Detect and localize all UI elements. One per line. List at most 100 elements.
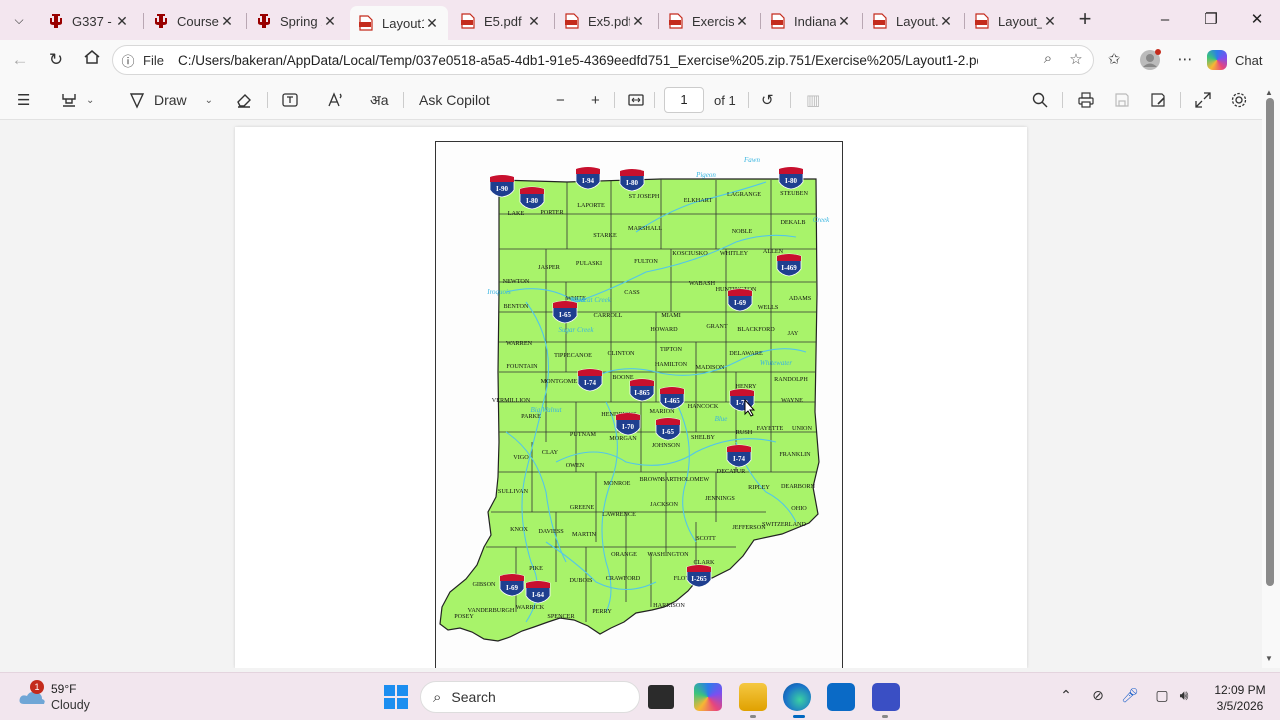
scroll-up-arrow-icon[interactable]: ▲ bbox=[1265, 88, 1273, 97]
microsoft-store-icon[interactable] bbox=[827, 683, 855, 711]
tab-actions-chevron-icon[interactable]: ⌵ bbox=[6, 8, 32, 32]
tab-close-icon[interactable]: ✕ bbox=[630, 13, 646, 30]
tab-item[interactable]: IndianaC✕ bbox=[762, 6, 860, 36]
microphone-icon[interactable]: 🎤︎ bbox=[1120, 687, 1140, 704]
address-bar[interactable]: ⓘ File C:/Users/bakeran/AppData/Local/Te… bbox=[112, 45, 1094, 75]
tab-close-icon[interactable]: ✕ bbox=[836, 13, 852, 30]
m365-copilot-icon[interactable] bbox=[694, 683, 722, 711]
interstate-number: I-69 bbox=[506, 584, 519, 592]
tab-item[interactable]: Exercise✕ bbox=[660, 6, 758, 36]
new-tab-button[interactable]: + bbox=[1072, 8, 1098, 32]
page-number-input[interactable]: 1 bbox=[664, 87, 704, 113]
copilot-chat-button[interactable]: Chat bbox=[1207, 49, 1262, 71]
minus-icon: − bbox=[556, 91, 565, 109]
scrollbar-thumb[interactable] bbox=[1266, 98, 1274, 586]
draw-button[interactable]: Draw ⌄ bbox=[128, 89, 213, 111]
favorite-star-icon[interactable]: ☆ bbox=[1065, 50, 1087, 70]
contents-list-icon[interactable]: ☰ bbox=[17, 89, 30, 111]
close-window-button[interactable]: ✕ bbox=[1242, 8, 1272, 32]
highlight-button[interactable]: ⌄ bbox=[60, 89, 94, 111]
county-label: HOWARD bbox=[650, 326, 678, 333]
weather-widget[interactable]: 1 59°F Cloudy bbox=[18, 680, 138, 716]
tab-item[interactable]: Ex5.pdf ✕ bbox=[556, 6, 654, 36]
task-view-icon[interactable] bbox=[648, 685, 674, 709]
settings-button[interactable] bbox=[1230, 89, 1248, 111]
fullscreen-button[interactable] bbox=[1194, 89, 1212, 111]
tab-active[interactable]: Layout1 ✕ bbox=[350, 6, 448, 40]
county-label: HARRISON bbox=[653, 602, 685, 609]
print-button[interactable] bbox=[1077, 89, 1095, 111]
county-label: NEWTON bbox=[503, 278, 530, 285]
county-label: SPENCER bbox=[547, 613, 575, 620]
tab-close-icon[interactable]: ✕ bbox=[526, 13, 542, 30]
pdf-viewer[interactable]: LAKE PORTER LAPORTE ST JOSEPH ELKHART LAGRANG… bbox=[0, 121, 1262, 668]
county-label: LAWRENCE bbox=[602, 511, 636, 518]
tab-close-icon[interactable]: ✕ bbox=[322, 13, 338, 30]
tab-item[interactable]: Layout_l✕ bbox=[966, 6, 1066, 36]
text-box-button[interactable] bbox=[281, 89, 299, 111]
restore-button[interactable]: ❐ bbox=[1196, 8, 1226, 32]
tab-item[interactable]: E5.pdf ✕ bbox=[452, 6, 550, 36]
save-as-button[interactable] bbox=[1149, 89, 1167, 111]
rotate-button[interactable]: ↺ bbox=[761, 89, 774, 111]
tab-label: Ex5.pdf bbox=[588, 13, 630, 29]
county-label: PARKE bbox=[521, 413, 541, 420]
save-button[interactable] bbox=[1113, 89, 1131, 111]
file-explorer-icon[interactable] bbox=[739, 683, 767, 711]
read-aloud-button[interactable] bbox=[326, 89, 344, 111]
tab-close-icon[interactable]: ✕ bbox=[219, 13, 235, 30]
info-icon[interactable]: ⓘ bbox=[113, 51, 143, 70]
tab-close-icon[interactable]: ✕ bbox=[424, 15, 440, 32]
profile-avatar[interactable] bbox=[1138, 49, 1162, 71]
tab-close-icon[interactable]: ✕ bbox=[938, 13, 954, 30]
tab-close-icon[interactable]: ✕ bbox=[114, 13, 130, 30]
taskbar-search[interactable]: ⌕ Search bbox=[420, 681, 640, 713]
chevron-down-icon[interactable]: ⌄ bbox=[86, 95, 94, 106]
interstate-shield-icon: I-80 bbox=[619, 168, 645, 192]
favorites-icon[interactable]: ✩ bbox=[1102, 49, 1126, 71]
display-icon[interactable]: ▢ bbox=[1152, 687, 1172, 704]
chevron-down-icon[interactable]: ⌄ bbox=[205, 95, 213, 106]
start-button[interactable] bbox=[384, 685, 408, 709]
pdf-page: LAKE PORTER LAPORTE ST JOSEPH ELKHART LAGRANG… bbox=[235, 127, 1027, 668]
zoom-out-button[interactable]: − bbox=[556, 89, 565, 111]
back-button[interactable]: ← bbox=[7, 48, 33, 72]
tab-item[interactable]: Course N✕ bbox=[145, 6, 243, 36]
indiana-county-map: LAKE PORTER LAPORTE ST JOSEPH ELKHART LAGRANG… bbox=[439, 156, 830, 642]
minimize-button[interactable]: – bbox=[1150, 8, 1180, 32]
edge-browser-icon[interactable] bbox=[783, 683, 811, 711]
volume-icon[interactable]: 🔊︎ bbox=[1174, 687, 1194, 704]
county-label: JEFFERSON bbox=[732, 524, 766, 531]
teams-icon[interactable] bbox=[872, 683, 900, 711]
county-label: MONROE bbox=[604, 480, 631, 487]
url-text[interactable]: C:/Users/bakeran/AppData/Local/Temp/037e… bbox=[178, 53, 978, 68]
fit-page-button[interactable] bbox=[627, 89, 645, 111]
system-clock[interactable]: 12:09 PM 3/5/2026 bbox=[1204, 682, 1276, 714]
network-off-icon[interactable]: ⊘ bbox=[1088, 687, 1108, 704]
more-options-icon[interactable]: ⋯ bbox=[1173, 49, 1197, 71]
vertical-scrollbar[interactable]: ▲ ▼ bbox=[1262, 86, 1280, 668]
search-button[interactable] bbox=[1031, 89, 1049, 111]
tab-item[interactable]: Spring 2(✕ bbox=[248, 6, 346, 36]
tab-close-icon[interactable]: ✕ bbox=[734, 13, 750, 30]
tab-close-icon[interactable]: ✕ bbox=[1042, 13, 1058, 30]
county-label: SCOTT bbox=[696, 535, 716, 542]
translate-button[interactable]: अa bbox=[370, 89, 388, 111]
page-view-button[interactable]: ▥ bbox=[806, 89, 820, 111]
refresh-button[interactable]: ↻ bbox=[43, 48, 69, 72]
zoom-icon[interactable]: ⌕ bbox=[1037, 50, 1059, 70]
zoom-in-button[interactable]: + bbox=[591, 89, 600, 111]
erase-button[interactable] bbox=[235, 89, 253, 111]
home-button[interactable] bbox=[79, 48, 105, 72]
ask-copilot-button[interactable]: Ask Copilot bbox=[419, 89, 490, 111]
county-label: WELLS bbox=[758, 304, 779, 311]
show-hidden-icons-chevron[interactable]: ⌃ bbox=[1056, 687, 1076, 704]
interstate-number: I-65 bbox=[559, 311, 572, 319]
county-label: TIPTON bbox=[660, 346, 682, 353]
county-label: JAY bbox=[788, 330, 799, 337]
tab-item[interactable]: Layout.p✕ bbox=[864, 6, 962, 36]
pdf-icon bbox=[460, 13, 476, 29]
scroll-down-arrow-icon[interactable]: ▼ bbox=[1265, 654, 1273, 663]
tab-item[interactable]: G337 - C✕ bbox=[40, 6, 138, 36]
tab-label: Layout_l bbox=[998, 13, 1042, 29]
